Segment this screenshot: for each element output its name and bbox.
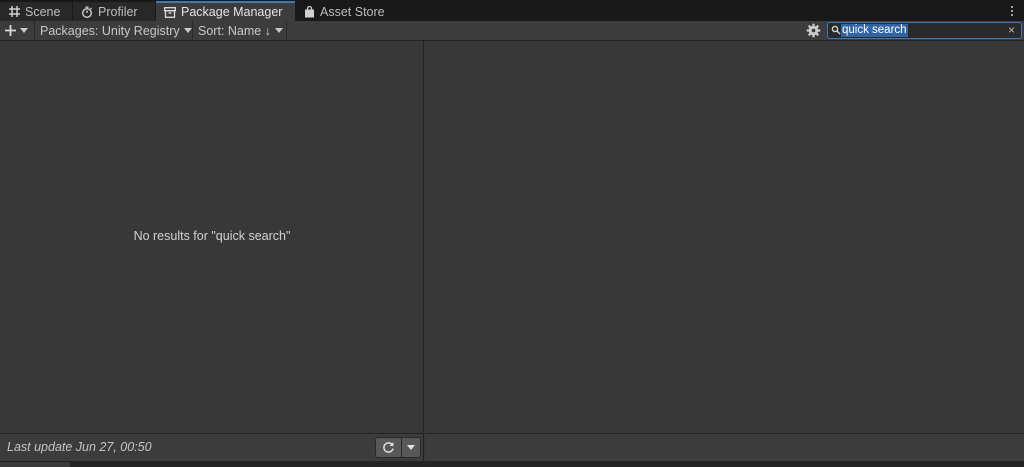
search-icon [831, 25, 841, 35]
chevron-down-icon [20, 28, 28, 33]
tab-profiler[interactable]: Profiler [73, 2, 155, 21]
sort-dropdown[interactable]: Sort: Name ↓ [193, 21, 287, 40]
packages-filter-label: Packages: Unity Registry [40, 23, 180, 38]
tab-asset-store[interactable]: Asset Store [296, 2, 391, 21]
window-bottom-edge-marker [0, 462, 70, 467]
stopwatch-icon [81, 6, 93, 18]
plus-icon [5, 25, 16, 36]
package-manager-window: Scene Profiler Package Manager Asset Sto… [0, 0, 1024, 467]
empty-results-message: No results for "quick search" [133, 229, 291, 243]
tab-scene[interactable]: Scene [0, 2, 72, 21]
details-footer [425, 433, 1024, 461]
packages-filter-dropdown[interactable]: Packages: Unity Registry [35, 21, 193, 40]
tab-label: Asset Store [320, 4, 385, 19]
package-icon [164, 6, 176, 18]
chevron-down-icon [183, 28, 192, 33]
refresh-button[interactable] [375, 437, 402, 458]
grid-icon [8, 6, 20, 18]
tab-label: Package Manager [181, 5, 283, 19]
window-bottom-edge [0, 461, 1024, 467]
add-package-button[interactable] [0, 21, 35, 40]
chevron-down-icon [407, 445, 415, 450]
clear-search-icon[interactable]: × [1008, 23, 1015, 38]
toolbar: Packages: Unity Registry Sort: Name ↓ qu… [0, 21, 1024, 41]
search-value: quick search [841, 24, 908, 37]
status-bar: Last update Jun 27, 00:50 [0, 433, 424, 461]
tab-bar: Scene Profiler Package Manager Asset Sto… [0, 0, 1024, 21]
tab-label: Profiler [98, 4, 138, 19]
package-list-pane: No results for "quick search" [0, 41, 424, 433]
shopping-bag-icon [304, 5, 315, 18]
refresh-icon [383, 442, 394, 453]
chevron-down-icon [274, 28, 283, 33]
tab-package-manager[interactable]: Package Manager [156, 1, 295, 21]
sort-label: Sort: Name ↓ [198, 23, 271, 38]
gear-icon[interactable] [806, 23, 821, 38]
package-details-pane [425, 41, 1024, 433]
more-options-icon[interactable] [1006, 3, 1018, 19]
last-update-label: Last update Jun 27, 00:50 [7, 440, 152, 454]
search-input[interactable]: quick search × [827, 22, 1022, 39]
tab-label: Scene [25, 4, 61, 19]
refresh-options-dropdown[interactable] [402, 437, 421, 458]
